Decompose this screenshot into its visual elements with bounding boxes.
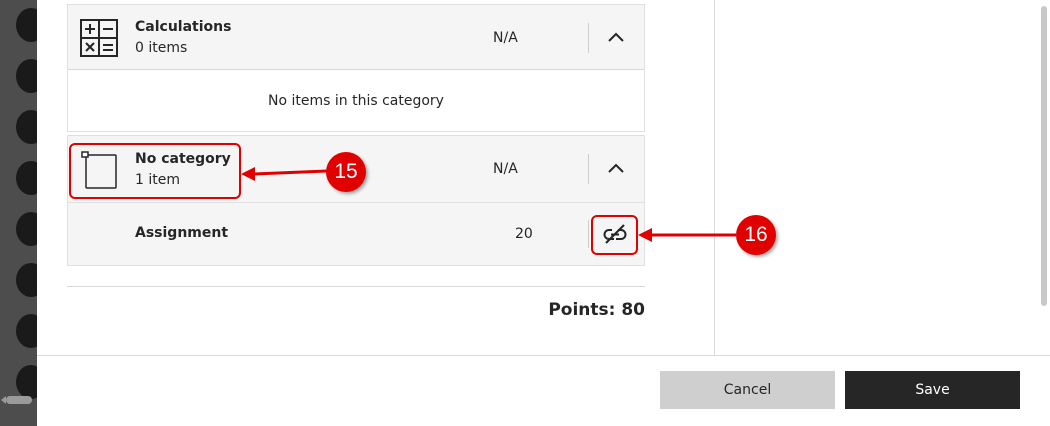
total-points: Points: 80: [548, 300, 645, 320]
category-header-calculations: Calculations 0 items N/A: [67, 4, 645, 71]
column-divider: [714, 0, 715, 355]
chevron-up-icon[interactable]: [606, 158, 626, 178]
callout-highlight-box: [591, 215, 638, 255]
list-item: Assignment 20: [67, 202, 645, 266]
calculator-icon: [80, 19, 118, 61]
chevron-up-icon[interactable]: [606, 27, 626, 47]
divider: [588, 154, 589, 184]
callout-number-badge: 15: [326, 152, 366, 192]
scrollbar[interactable]: [1038, 0, 1050, 355]
callout-highlight-box: [69, 143, 241, 199]
category-item-count: 0 items: [135, 40, 188, 56]
divider: [588, 220, 589, 248]
empty-category-message: No items in this category: [67, 70, 645, 132]
background-page: [0, 0, 46, 426]
category-points: N/A: [493, 161, 518, 177]
category-name: Calculations: [135, 19, 232, 35]
save-button[interactable]: Save: [845, 371, 1020, 409]
category-points: N/A: [493, 30, 518, 46]
callout-arrow-icon: [241, 167, 327, 181]
row-separator: [68, 202, 644, 203]
callout-arrow-icon: [638, 228, 736, 242]
divider: [588, 23, 589, 53]
item-points: 20: [515, 226, 533, 242]
scrollbar-thumb[interactable]: [1041, 6, 1047, 306]
callout-number-badge: 16: [736, 215, 776, 255]
cancel-button[interactable]: Cancel: [660, 371, 835, 409]
divider: [67, 286, 645, 287]
item-name: Assignment: [135, 225, 229, 241]
background-scrollbar[interactable]: [6, 396, 32, 404]
